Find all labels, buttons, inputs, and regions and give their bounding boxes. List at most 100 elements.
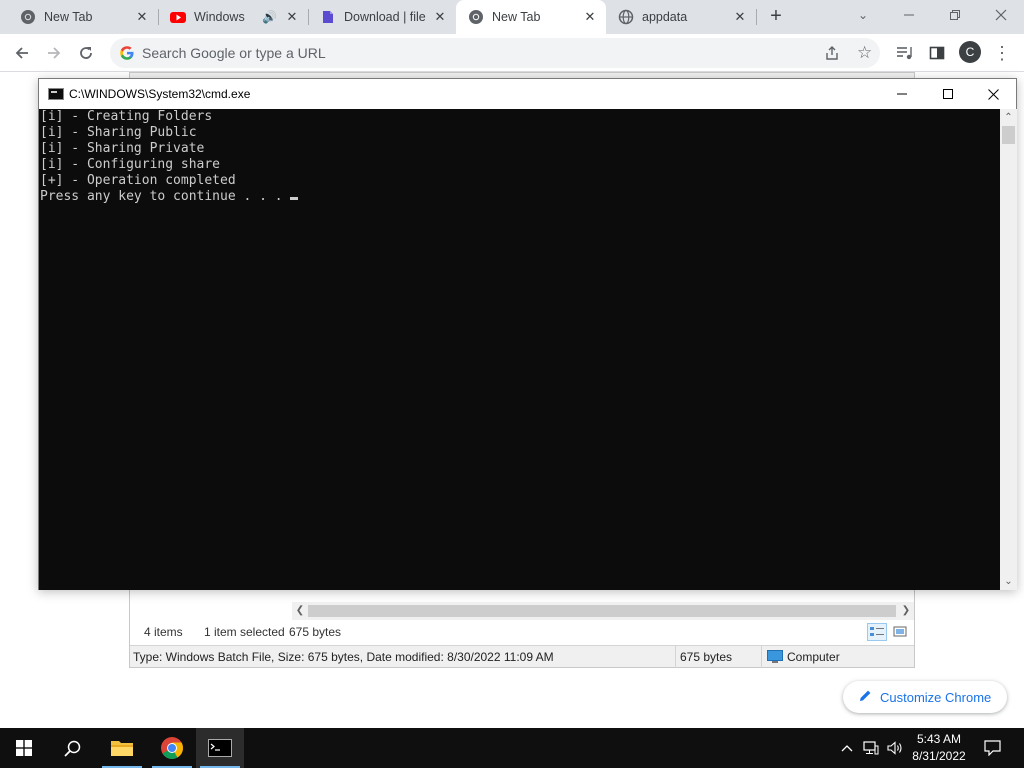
close-browser-button[interactable] (978, 0, 1024, 30)
console-line: [i] - Creating Folders (40, 109, 213, 124)
share-icon[interactable] (824, 45, 840, 61)
close-tab-icon[interactable]: ✕ (135, 10, 149, 24)
chrome-icon (20, 9, 36, 25)
side-panel-button[interactable] (923, 39, 951, 67)
tab-title: New Tab (492, 10, 541, 24)
back-arrow-icon (15, 47, 28, 59)
taskbar-cmd[interactable] (196, 728, 244, 768)
back-button[interactable] (8, 39, 36, 67)
chevron-up-icon (841, 745, 853, 752)
browser-toolbar: ☆ ⋮ (0, 34, 1024, 72)
start-button[interactable] (0, 728, 48, 768)
restore-browser-button[interactable] (932, 0, 978, 30)
taskbar-chrome[interactable] (148, 728, 196, 768)
tab-new-tab-1[interactable]: New Tab ✕ (0, 0, 158, 34)
tab-appdata[interactable]: appdata ✕ (606, 0, 756, 34)
windows-taskbar: 5:43 AM 8/31/2022 (0, 728, 1024, 768)
console-prompt-line: Press any key to continue . . . (40, 189, 1000, 205)
scroll-left-icon[interactable]: ❮ (292, 603, 308, 619)
google-g-icon (119, 45, 135, 61)
text-cursor (290, 197, 299, 200)
taskbar-file-explorer[interactable] (98, 728, 146, 768)
search-button[interactable] (48, 728, 96, 768)
close-tab-icon[interactable]: ✕ (285, 10, 299, 24)
side-panel-icon (929, 46, 945, 60)
scrollbar-thumb[interactable] (1002, 126, 1015, 144)
network-icon (863, 741, 879, 755)
file-size-text: 675 bytes (680, 650, 733, 664)
volume-button[interactable] (884, 728, 906, 768)
tab-title: Windows 7 (194, 10, 248, 24)
tab-download[interactable]: Download | file ✕ (308, 0, 456, 34)
media-controls-button[interactable] (891, 39, 919, 67)
file-icon (320, 9, 336, 25)
console-output[interactable]: [i] - Creating Folders [i] - Sharing Publ… (39, 109, 1000, 590)
notifications-button[interactable] (978, 728, 1006, 768)
scroll-right-icon[interactable]: ❯ (898, 603, 914, 619)
close-tab-icon[interactable]: ✕ (433, 10, 447, 24)
youtube-icon (170, 9, 186, 25)
reload-icon (80, 47, 92, 59)
network-button[interactable] (860, 728, 882, 768)
speaker-icon (886, 741, 902, 755)
console-line: [+] - Operation completed (40, 173, 236, 188)
cmd-maximize-button[interactable] (925, 79, 971, 109)
large-icons-view-button[interactable] (890, 623, 910, 641)
show-hidden-icons-button[interactable] (838, 728, 856, 768)
speaker-icon[interactable]: 🔊 (262, 10, 277, 24)
selection-count: 1 item selected (204, 625, 285, 639)
new-tab-button[interactable]: + (766, 6, 786, 27)
tab-search-button[interactable]: ⌄ (840, 0, 886, 30)
clock-date: 8/31/2022 (912, 749, 966, 763)
omnibox-input[interactable] (142, 38, 782, 68)
tab-youtube[interactable]: Windows 7 🔊 ✕ (158, 0, 308, 34)
item-count: 4 items (144, 625, 183, 639)
minimize-icon (897, 93, 907, 95)
cmd-vertical-scrollbar[interactable]: ⌃ ⌄ (1000, 109, 1017, 590)
tab-title: Download | file (344, 10, 426, 24)
scrollbar-thumb[interactable] (308, 605, 896, 617)
file-info-text: Type: Windows Batch File, Size: 675 byte… (133, 650, 554, 664)
taskbar-clock[interactable]: 5:43 AM 8/31/2022 (906, 731, 972, 765)
selection-size: 675 bytes (289, 625, 342, 639)
console-line: [i] - Configuring share (40, 157, 221, 172)
pencil-icon (859, 689, 872, 705)
chrome-menu-button[interactable]: ⋮ (988, 39, 1016, 67)
folder-icon (111, 741, 133, 756)
cmd-icon (48, 88, 64, 100)
chrome-icon (468, 9, 484, 25)
details-view-button[interactable] (867, 623, 887, 641)
reload-button[interactable] (72, 39, 100, 67)
cmd-title-bar[interactable]: C:\WINDOWS\System32\cmd.exe (39, 79, 1016, 109)
horizontal-scrollbar[interactable]: ❮ ❯ (292, 602, 914, 620)
forward-button[interactable] (40, 39, 68, 67)
cmd-close-button[interactable] (970, 79, 1016, 109)
minimize-browser-button[interactable] (886, 0, 932, 30)
explorer-details-bar: 4 items 1 item selected 675 bytes (130, 622, 914, 642)
customize-chrome-button[interactable]: Customize Chrome (843, 681, 1007, 713)
cmd-minimize-button[interactable] (879, 79, 925, 109)
tab-title: New Tab (44, 10, 93, 24)
chrome-icon (161, 737, 183, 759)
close-tab-icon[interactable]: ✕ (733, 10, 747, 24)
tab-new-tab-active[interactable]: New Tab ✕ (456, 0, 606, 34)
console-line: [i] - Sharing Public (40, 125, 197, 140)
profile-avatar[interactable]: C (959, 41, 981, 63)
scroll-down-icon[interactable]: ⌄ (1000, 573, 1017, 590)
console-line: [i] - Sharing Private (40, 141, 205, 156)
close-icon (987, 88, 999, 100)
explorer-status-bar: Type: Windows Batch File, Size: 675 byte… (130, 645, 914, 668)
globe-icon (618, 9, 634, 25)
clock-time: 5:43 AM (916, 732, 962, 746)
bookmark-star-icon[interactable]: ☆ (857, 43, 872, 63)
notification-icon (983, 740, 1001, 756)
scroll-up-icon[interactable]: ⌃ (1000, 109, 1017, 126)
tab-separator (756, 9, 757, 25)
large-icons-view-icon (893, 626, 907, 637)
close-tab-icon[interactable]: ✕ (583, 10, 597, 24)
search-icon (63, 740, 80, 757)
console-prompt-text: Press any key to continue . . . (40, 189, 291, 204)
details-view-icon (870, 627, 884, 636)
cmd-window[interactable]: C:\WINDOWS\System32\cmd.exe [i] - Creati… (38, 78, 1017, 590)
omnibox[interactable]: ☆ (110, 38, 880, 68)
